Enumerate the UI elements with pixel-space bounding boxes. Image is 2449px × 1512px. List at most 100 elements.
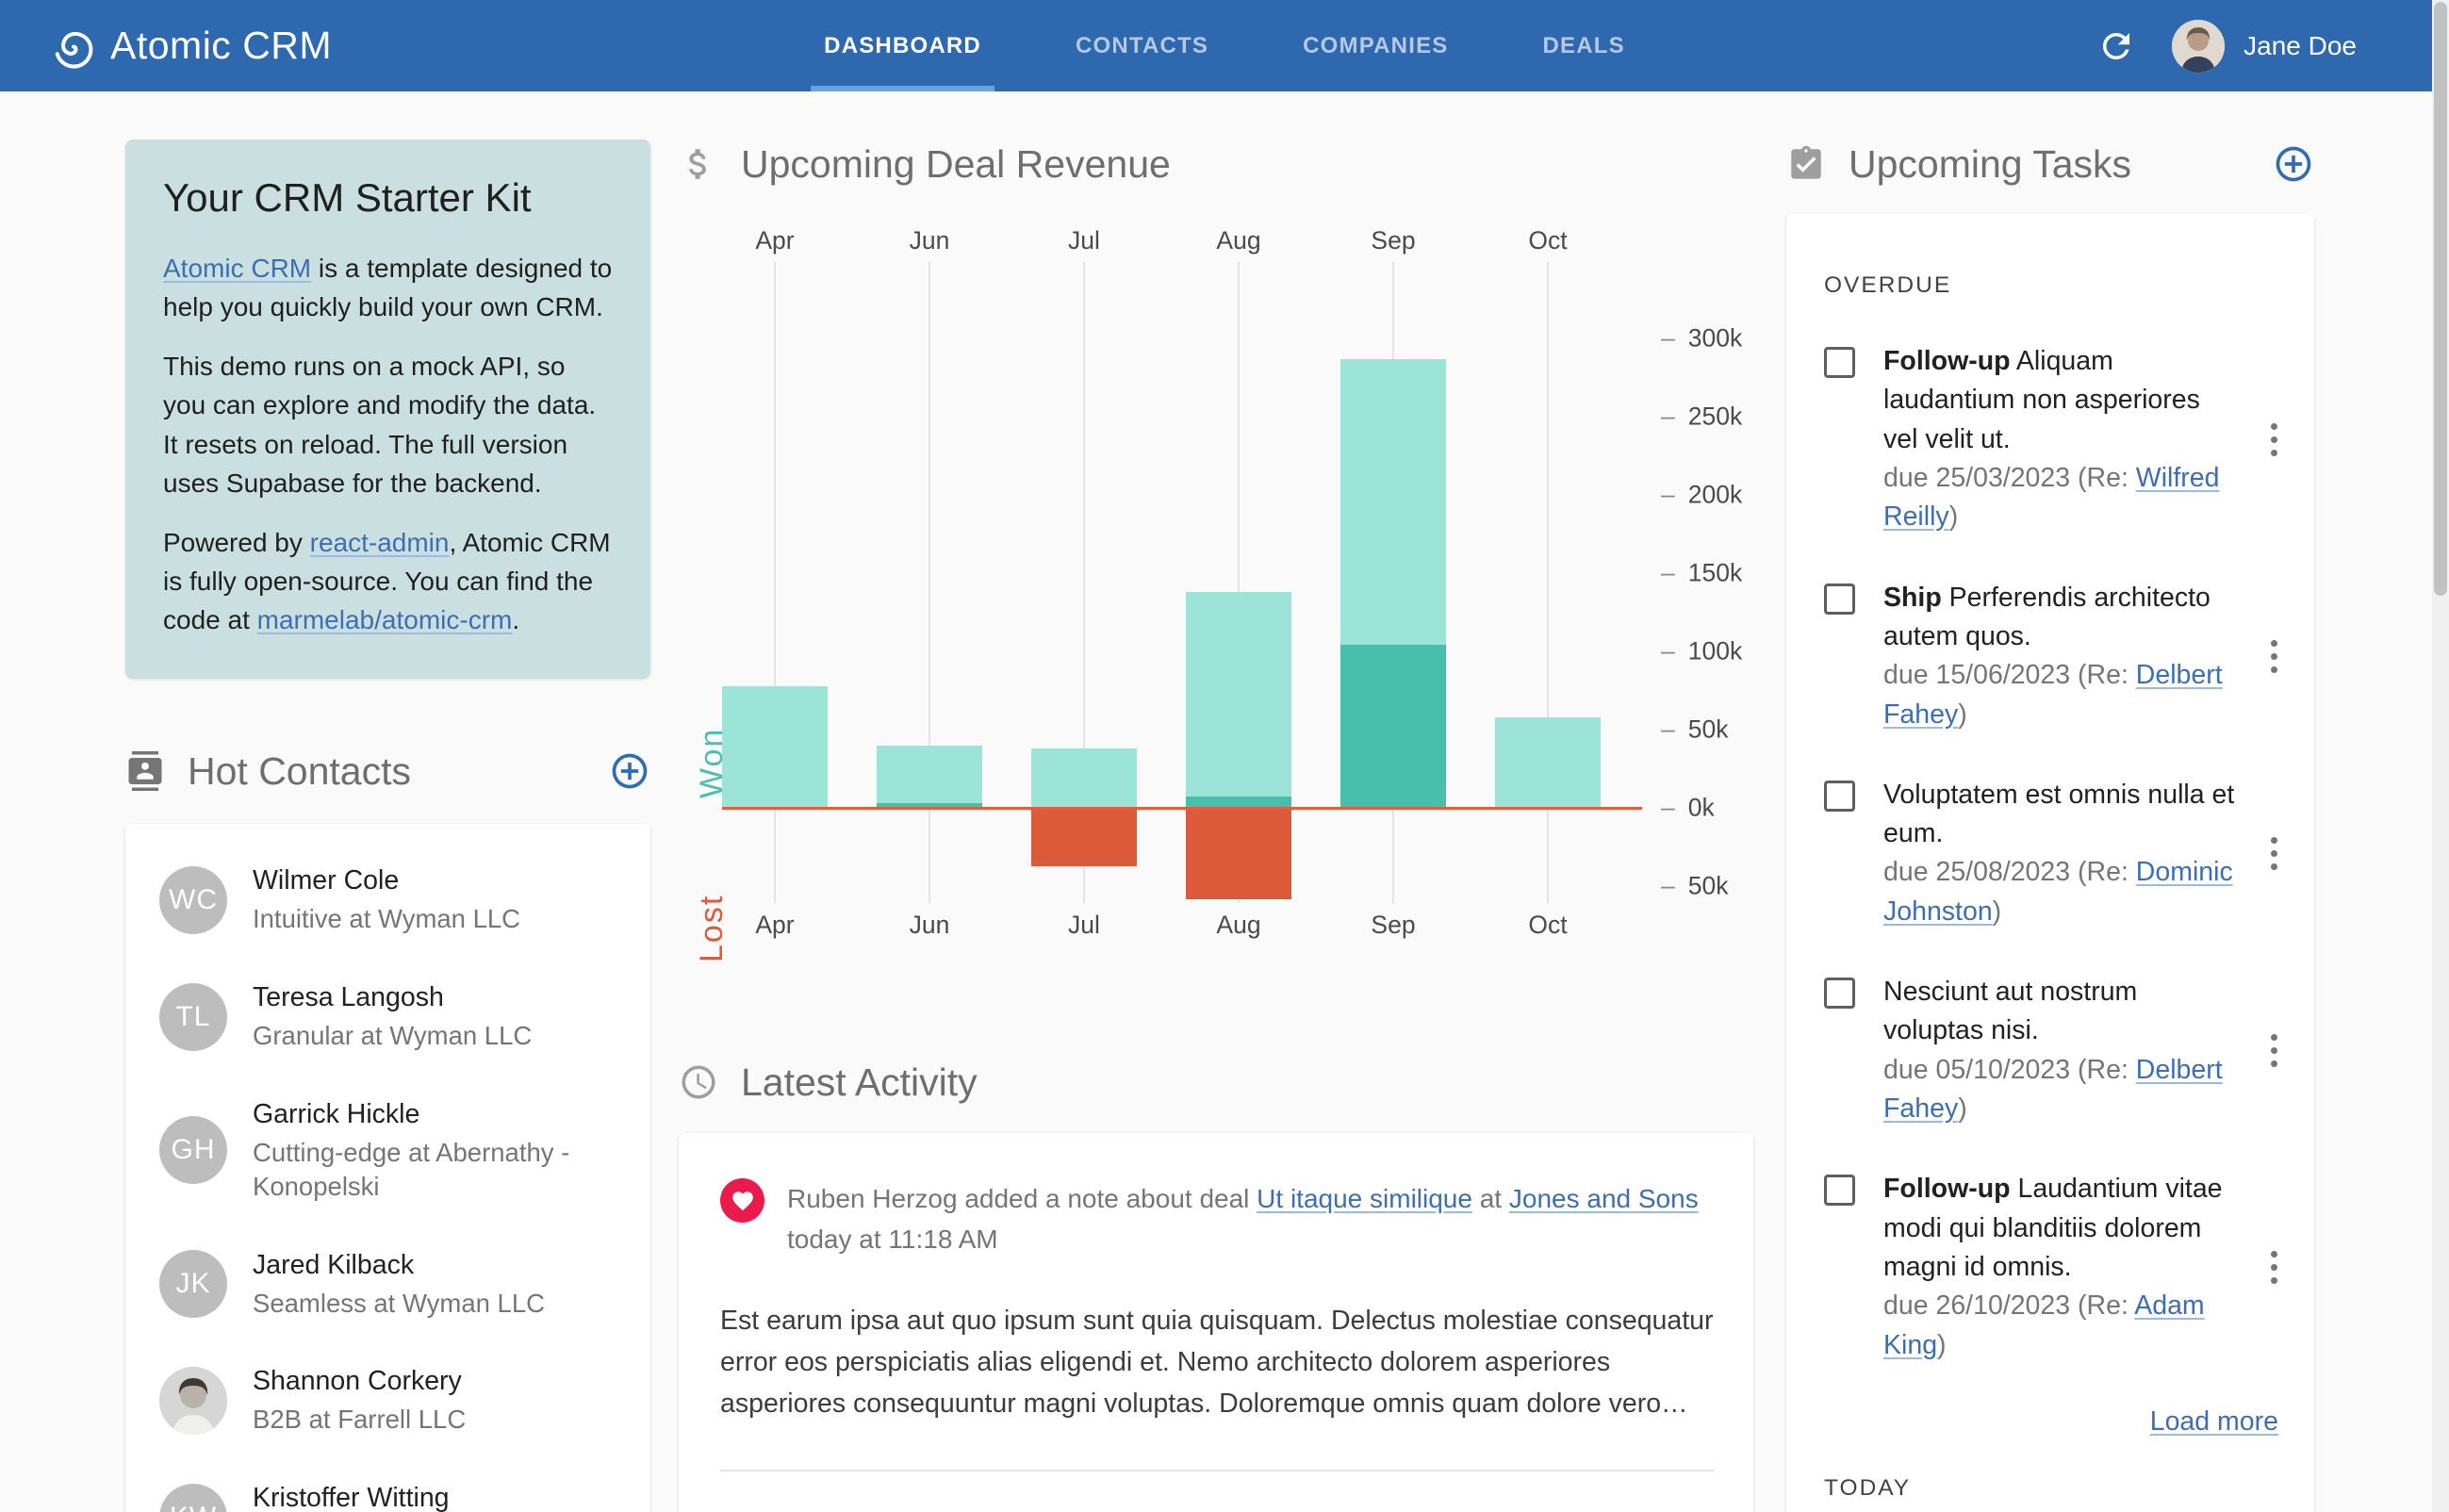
- hot-contacts-header: Hot Contacts: [125, 747, 650, 796]
- bar-lost: [1031, 810, 1137, 866]
- contact-detail: Intuitive at Wyman LLC: [253, 904, 521, 934]
- contact-row[interactable]: Shannon Corkery B2B at Farrell LLC: [159, 1364, 622, 1437]
- task-text: Ship Perferendis architecto autem quos.: [1883, 582, 2211, 651]
- task-menu-button[interactable]: [2269, 833, 2278, 874]
- contact-avatar: TL: [159, 982, 227, 1051]
- task-menu-button[interactable]: [2269, 636, 2278, 677]
- brand: Atomic CRM: [52, 24, 332, 69]
- task-checkbox[interactable]: [1824, 780, 1855, 812]
- task-text: Follow-up Aliquam laudantium non asperio…: [1883, 346, 2200, 454]
- contact-row[interactable]: GH Garrick Hickle Cutting-edge at Aberna…: [159, 1097, 622, 1204]
- task-checkbox[interactable]: [1824, 347, 1855, 378]
- note-excerpt: Est earum ipsa aut quo ipsum sunt quia q…: [720, 1305, 1714, 1420]
- revenue-chart: Apr Apr Jun Jun Jul Jul Aug Aug Sep Sep Oct Oct –300…: [679, 226, 1753, 962]
- load-more-link[interactable]: Load more: [2150, 1406, 2278, 1437]
- dollar-icon: [679, 144, 718, 184]
- task-text: Voluptatem est omnis nulla et eum.: [1883, 779, 2235, 849]
- company-link[interactable]: Jones and Sons: [1509, 1184, 1699, 1213]
- chart-x-label-bottom: Sep: [1371, 911, 1416, 939]
- task-menu-button[interactable]: [2269, 1030, 2278, 1071]
- contact-name: Kristoffer Witting: [253, 1483, 450, 1512]
- hot-contacts-card: WC Wilmer Cole Intuitive at Wyman LLC TL…: [125, 824, 650, 1512]
- scrollbar-thumb[interactable]: [2434, 2, 2447, 596]
- chart-y-tick: –150k: [1661, 558, 1743, 587]
- task-text: Follow-up Laudantium vitae modi qui blan…: [1883, 1174, 2223, 1282]
- page-scrollbar[interactable]: [2432, 0, 2449, 1512]
- task-checkbox[interactable]: [1824, 583, 1855, 615]
- atomic-crm-link[interactable]: Atomic CRM: [163, 254, 311, 283]
- contact-row[interactable]: KW Kristoffer Witting Sexy at Wyman LLC: [159, 1481, 622, 1512]
- starter-kit-paragraph: Atomic CRM is a template designed to hel…: [163, 254, 613, 322]
- upcoming-tasks-title: Upcoming Tasks: [1849, 141, 2132, 186]
- bar-won: [1340, 645, 1446, 808]
- chart-zero-line: [722, 807, 1642, 810]
- user-menu[interactable]: Jane Doe: [2172, 19, 2357, 73]
- contacts-icon: [125, 751, 165, 792]
- atomic-crm-logo-icon: [52, 26, 93, 69]
- task-item: Follow-up Laudantium vitae modi qui blan…: [1824, 1170, 2278, 1365]
- activity-item: Ruben Herzog added a note about deal Ut …: [720, 1178, 1714, 1260]
- starter-kit-card: Your CRM Starter Kit Atomic CRM is a tem…: [125, 140, 650, 680]
- bar-pending: [1031, 748, 1137, 808]
- task-menu-button[interactable]: [2269, 1247, 2278, 1288]
- latest-activity-header: Latest Activity: [679, 1058, 1753, 1107]
- latest-activity-card: Ruben Herzog added a note about deal Ut …: [679, 1133, 1753, 1512]
- chart-y-tick: –50k: [1661, 871, 1729, 900]
- task-checkbox[interactable]: [1824, 978, 1855, 1010]
- chart-x-label-top: Aug: [1216, 226, 1261, 255]
- tab-dashboard[interactable]: DASHBOARD: [811, 0, 994, 91]
- contact-name: Shannon Corkery: [253, 1366, 462, 1397]
- chart-x-label-bottom: Jul: [1068, 911, 1100, 939]
- task-item: Ship Perferendis architecto autem quos. …: [1824, 579, 2278, 734]
- clock-icon: [679, 1062, 718, 1102]
- react-admin-link[interactable]: react-admin: [310, 528, 450, 557]
- bar-pending: [877, 745, 982, 808]
- main-nav: DASHBOARD CONTACTS COMPANIES DEALS: [811, 0, 1638, 91]
- contact-detail: B2B at Farrell LLC: [253, 1405, 467, 1435]
- task-due: due 15/06/2023 (Re: Delbert Fahey): [1883, 660, 2223, 730]
- middle-column: Upcoming Deal Revenue Apr Apr Jun Jun Jul Jul…: [679, 140, 1753, 1512]
- chart-x-label-top: Jun: [909, 226, 950, 255]
- contact-avatar-photo: [159, 1366, 227, 1435]
- contact-avatar: JK: [159, 1249, 227, 1318]
- add-task-button[interactable]: [2273, 143, 2314, 185]
- revenue-chart-title: Upcoming Deal Revenue: [741, 141, 1171, 186]
- contact-name: Wilmer Cole: [253, 865, 400, 896]
- chart-y-tick: –250k: [1661, 402, 1743, 431]
- latest-activity-title: Latest Activity: [741, 1060, 978, 1104]
- right-column: Upcoming Tasks OVERDUE Follow-up Aliquam…: [1786, 140, 2314, 1512]
- marmelab-repo-link[interactable]: marmelab/atomic-crm: [257, 605, 513, 634]
- task-item: Follow-up Aliquam laudantium non asperio…: [1824, 342, 2278, 537]
- upcoming-tasks-header: Upcoming Tasks: [1786, 140, 2314, 189]
- task-due: due 26/10/2023 (Re: Adam King): [1883, 1290, 2205, 1360]
- bar-pending: [1186, 591, 1291, 808]
- chart-y-tick: –100k: [1661, 636, 1743, 666]
- refresh-icon[interactable]: [2096, 26, 2136, 66]
- contact-avatar: WC: [159, 865, 227, 934]
- starter-kit-title: Your CRM Starter Kit: [163, 175, 532, 220]
- contact-detail: Granular at Wyman LLC: [253, 1021, 533, 1051]
- tab-contacts[interactable]: CONTACTS: [1062, 0, 1222, 91]
- contact-row[interactable]: WC Wilmer Cole Intuitive at Wyman LLC: [159, 863, 622, 936]
- tab-deals[interactable]: DEALS: [1530, 0, 1638, 91]
- chart-x-label-bottom: Oct: [1528, 911, 1568, 939]
- task-text: Nesciunt aut nostrum voluptas nisi.: [1883, 977, 2138, 1046]
- user-avatar: [2172, 19, 2226, 73]
- lost-axis-label: Lost: [694, 894, 730, 962]
- task-due: due 05/10/2023 (Re: Delbert Fahey): [1883, 1054, 2223, 1124]
- chart-x-label-top: Jul: [1068, 226, 1100, 255]
- contact-avatar: GH: [159, 1116, 227, 1185]
- contact-row[interactable]: JK Jared Kilback Seamless at Wyman LLC: [159, 1248, 622, 1321]
- add-contact-button[interactable]: [609, 750, 650, 792]
- chart-x-label-top: Oct: [1528, 226, 1568, 255]
- task-checkbox[interactable]: [1824, 1175, 1855, 1207]
- deal-link[interactable]: Ut itaque similique: [1257, 1184, 1472, 1213]
- bar-pending: [722, 685, 828, 808]
- overdue-label: OVERDUE: [1824, 272, 1952, 298]
- task-due: due 25/03/2023 (Re: Wilfred Reilly): [1883, 462, 2220, 533]
- task-menu-button[interactable]: [2269, 419, 2278, 460]
- revenue-header: Upcoming Deal Revenue: [679, 140, 1753, 189]
- contact-row[interactable]: TL Teresa Langosh Granular at Wyman LLC: [159, 980, 622, 1053]
- tasks-clipboard-icon: [1786, 144, 1826, 184]
- tab-companies[interactable]: COMPANIES: [1290, 0, 1461, 91]
